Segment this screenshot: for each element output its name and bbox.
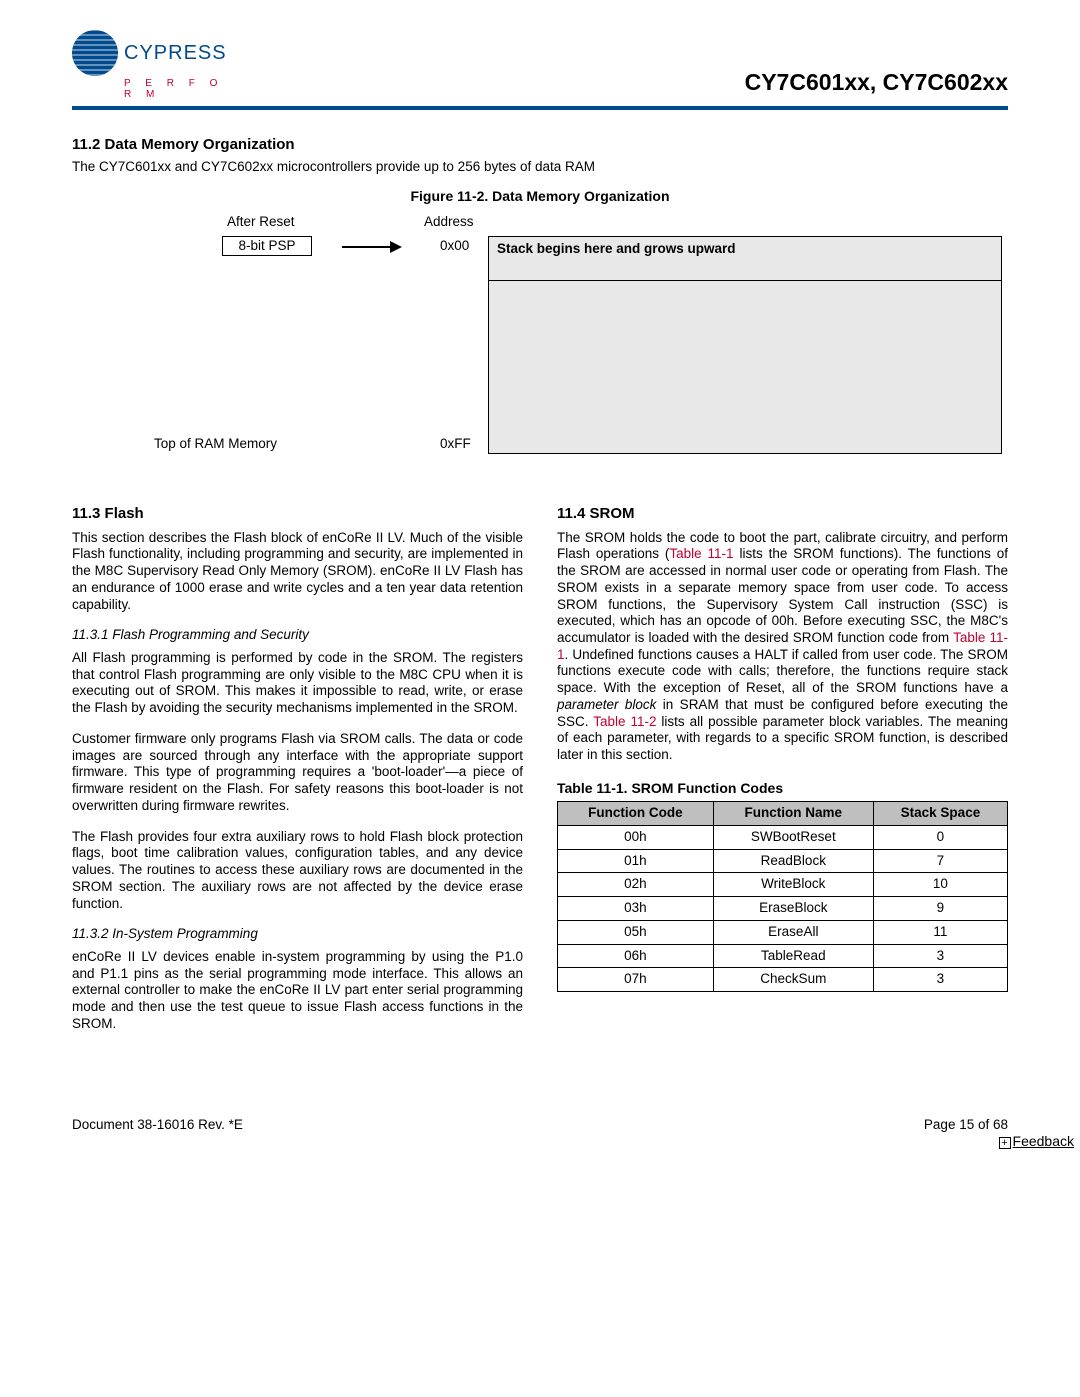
logo-subtitle: P E R F O R M [124, 78, 242, 100]
section-11-3-1-heading: 11.3.1 Flash Programming and Security [72, 627, 523, 644]
th-stack-space: Stack Space [873, 802, 1007, 826]
th-function-name: Function Name [713, 802, 873, 826]
left-column: 11.3 Flash This section describes the Fl… [72, 479, 523, 1047]
table-row: 05hEraseAll11 [558, 920, 1008, 944]
arrow-right-icon [342, 242, 402, 252]
table-row: 02hWriteBlock10 [558, 873, 1008, 897]
srom-paragraph: The SROM holds the code to boot the part… [557, 530, 1008, 764]
figure-11-2-caption: Figure 11-2. Data Memory Organization [72, 188, 1008, 204]
document-title: CY7C601xx, CY7C602xx [745, 69, 1008, 96]
page-footer: Document 38-16016 Rev. *E Page 15 of 68 [72, 1117, 1008, 1132]
label-address: Address [424, 214, 474, 229]
stack-note: Stack begins here and grows upward [489, 237, 1001, 281]
section-11-3-2-heading: 11.3.2 In-System Programming [72, 926, 523, 943]
section-11-2-heading: 11.2 Data Memory Organization [72, 136, 1008, 153]
globe-icon [72, 30, 118, 76]
section-11-4-heading: 11.4 SROM [557, 505, 1008, 524]
feedback-link[interactable]: +Feedback [997, 1132, 1076, 1150]
label-top-of-ram: Top of RAM Memory [154, 436, 277, 451]
table-row: 06hTableRead3 [558, 944, 1008, 968]
flash-p3: Customer firmware only programs Flash vi… [72, 731, 523, 815]
cypress-logo: CYPRESS P E R F O R M [72, 30, 242, 100]
link-table-11-1[interactable]: Table 11-1 [669, 546, 733, 561]
right-column: 11.4 SROM The SROM holds the code to boo… [557, 479, 1008, 1047]
table-row: 03hEraseBlock9 [558, 897, 1008, 921]
section-11-3-heading: 11.3 Flash [72, 505, 523, 524]
flash-p4: The Flash provides four extra auxiliary … [72, 829, 523, 913]
flash-intro: This section describes the Flash block o… [72, 530, 523, 614]
logo-text: CYPRESS [124, 42, 227, 65]
stack-region: Stack begins here and grows upward [488, 236, 1002, 454]
table-row: 01hReadBlock7 [558, 849, 1008, 873]
memory-diagram: After Reset 8-bit PSP Address 0x00 Stack… [142, 214, 1012, 459]
table-row: 00hSWBootReset0 [558, 825, 1008, 849]
th-function-code: Function Code [558, 802, 714, 826]
footer-page: Page 15 of 68 [924, 1117, 1008, 1132]
footer-doc: Document 38-16016 Rev. *E [72, 1117, 243, 1132]
table-11-1-caption: Table 11-1. SROM Function Codes [557, 780, 1008, 797]
psp-box: 8-bit PSP [222, 236, 312, 256]
srom-function-codes-table: Function Code Function Name Stack Space … [557, 801, 1008, 992]
flash-p2: All Flash programming is performed by co… [72, 650, 523, 717]
link-table-11-2[interactable]: Table 11-2 [593, 714, 656, 729]
plus-icon: + [999, 1137, 1011, 1149]
page-header: CYPRESS P E R F O R M CY7C601xx, CY7C602… [72, 30, 1008, 110]
label-0xff: 0xFF [440, 436, 471, 451]
label-after-reset: After Reset [227, 214, 295, 229]
flash-p5: enCoRe II LV devices enable in-system pr… [72, 949, 523, 1033]
section-11-2-text: The CY7C601xx and CY7C602xx microcontrol… [72, 159, 1008, 174]
label-0x00: 0x00 [440, 238, 469, 253]
table-row: 07hCheckSum3 [558, 968, 1008, 992]
